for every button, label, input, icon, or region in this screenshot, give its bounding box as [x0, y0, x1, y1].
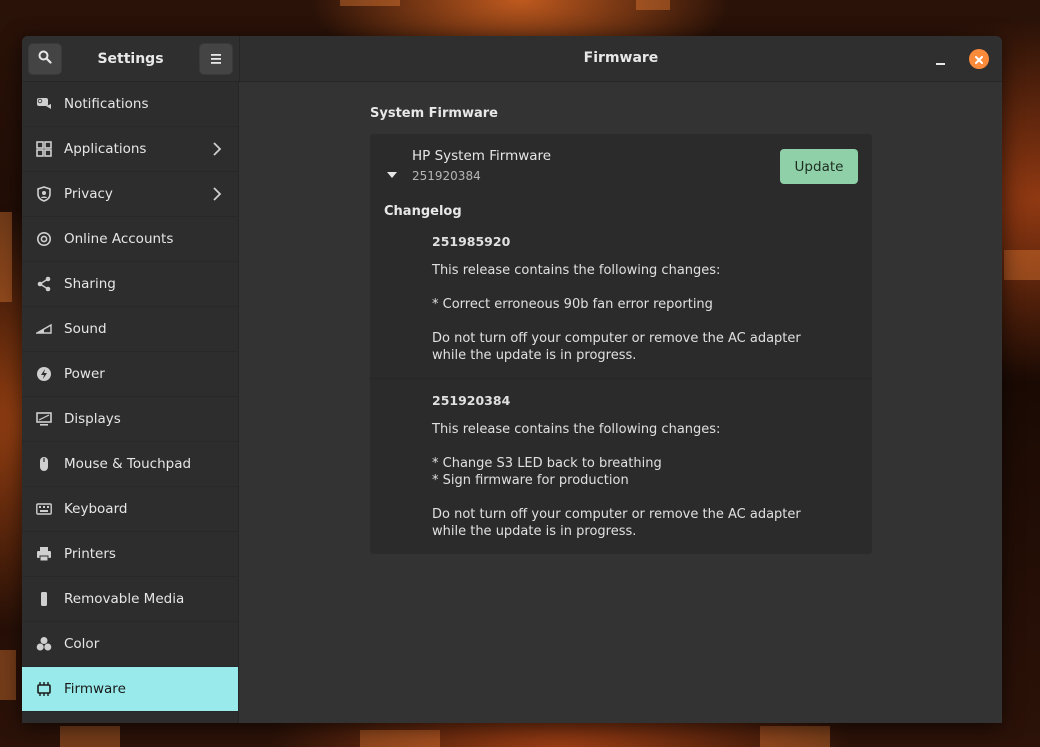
firmware-panel: System Firmware HP System Firmware 25192… — [370, 106, 872, 554]
sidebar-item-firmware[interactable]: Firmware — [22, 667, 238, 712]
sidebar-item-notifications[interactable]: Notifications — [22, 82, 238, 127]
sidebar-item-label: Power — [64, 366, 105, 382]
privacy-icon — [36, 186, 52, 202]
sidebar-item-label: Mouse & Touchpad — [64, 456, 192, 472]
printer-icon — [36, 546, 52, 562]
chevron-right-icon — [212, 186, 222, 206]
sidebar-item-label: Firmware — [64, 681, 126, 697]
sidebar-item-label: Color — [64, 636, 100, 652]
release-intro: This release contains the following chan… — [432, 422, 721, 437]
close-button[interactable] — [969, 49, 989, 69]
device-name: HP System Firmware — [412, 148, 552, 164]
sidebar-item-privacy[interactable]: Privacy — [22, 172, 238, 217]
wallpaper-decoration — [360, 730, 440, 747]
applications-icon — [36, 141, 52, 157]
release-version: 251920384 — [432, 393, 511, 408]
sidebar-item-label: Notifications — [64, 96, 149, 112]
power-icon — [36, 366, 52, 382]
firmware-icon — [36, 681, 52, 697]
sidebar-item-removable-media[interactable]: Removable Media — [22, 577, 238, 622]
mouse-icon — [36, 456, 52, 472]
sidebar-item-printers[interactable]: Printers — [22, 532, 238, 577]
update-button[interactable]: Update — [780, 149, 858, 184]
header-bar: Firmware — [239, 36, 1002, 82]
close-icon — [974, 50, 984, 69]
search-button[interactable] — [28, 42, 62, 75]
sidebar-item-applications[interactable]: Applications — [22, 127, 238, 172]
sidebar-item-label: Applications — [64, 141, 147, 157]
sidebar-item-label: Keyboard — [64, 501, 128, 517]
sidebar-item-sharing[interactable]: Sharing — [22, 262, 238, 307]
removable-media-icon — [36, 591, 52, 607]
release-version: 251985920 — [432, 234, 511, 249]
settings-window: Settings Firmware Notifications Applicat… — [22, 36, 1002, 723]
hamburger-menu-icon — [210, 49, 222, 68]
sharing-icon — [36, 276, 52, 292]
wallpaper-decoration — [0, 650, 16, 700]
expander-arrow-icon[interactable] — [387, 163, 397, 182]
changelog-title: Changelog — [384, 204, 462, 219]
wallpaper-decoration — [60, 726, 120, 747]
wallpaper-decoration — [1004, 250, 1040, 280]
wallpaper-decoration — [340, 0, 400, 6]
displays-icon — [36, 411, 52, 427]
search-icon — [38, 49, 52, 68]
menu-button[interactable] — [199, 42, 233, 75]
wallpaper-decoration — [0, 212, 12, 302]
release-entry: 251920384 This release contains the foll… — [370, 378, 872, 540]
firmware-device-row[interactable]: HP System Firmware 251920384 Update — [370, 134, 872, 190]
sidebar: Notifications Applications Privacy Onlin… — [22, 82, 239, 723]
sidebar-item-online-accounts[interactable]: Online Accounts — [22, 217, 238, 262]
sidebar-item-keyboard[interactable]: Keyboard — [22, 487, 238, 532]
color-icon — [36, 636, 52, 652]
wallpaper-decoration — [636, 0, 670, 10]
sidebar-item-mouse-touchpad[interactable]: Mouse & Touchpad — [22, 442, 238, 487]
section-title: System Firmware — [370, 106, 498, 121]
sidebar-item-sound[interactable]: Sound — [22, 307, 238, 352]
sidebar-item-displays[interactable]: Displays — [22, 397, 238, 442]
release-intro: This release contains the following chan… — [432, 263, 721, 278]
online-accounts-icon — [36, 231, 52, 247]
release-entry: 251985920 This release contains the foll… — [370, 219, 872, 364]
sidebar-item-label: Printers — [64, 546, 116, 562]
release-warning: Do not turn off your computer or remove … — [432, 331, 801, 363]
sidebar-header: Settings — [22, 36, 239, 82]
sidebar-title: Settings — [97, 50, 164, 67]
notifications-icon — [36, 96, 52, 112]
minimize-icon — [935, 63, 945, 65]
sound-icon — [36, 321, 52, 337]
sidebar-item-label: Displays — [64, 411, 121, 427]
device-version: 251920384 — [412, 169, 481, 183]
release-warning: Do not turn off your computer or remove … — [432, 507, 801, 539]
firmware-card: HP System Firmware 251920384 Update Chan… — [370, 134, 872, 554]
sidebar-item-label: Sound — [64, 321, 107, 337]
sidebar-item-label: Removable Media — [64, 591, 185, 607]
sidebar-item-power[interactable]: Power — [22, 352, 238, 397]
keyboard-icon — [36, 501, 52, 517]
release-changes: * Correct erroneous 90b fan error report… — [432, 297, 713, 312]
page-title: Firmware — [583, 50, 659, 66]
minimize-button[interactable] — [930, 50, 950, 70]
sidebar-item-label: Sharing — [64, 276, 116, 292]
sidebar-item-label: Online Accounts — [64, 231, 174, 247]
sidebar-item-color[interactable]: Color — [22, 622, 238, 667]
wallpaper-decoration — [760, 726, 830, 747]
sidebar-item-label: Privacy — [64, 186, 113, 202]
release-changes: * Change S3 LED back to breathing * Sign… — [432, 456, 662, 488]
chevron-right-icon — [212, 141, 222, 161]
